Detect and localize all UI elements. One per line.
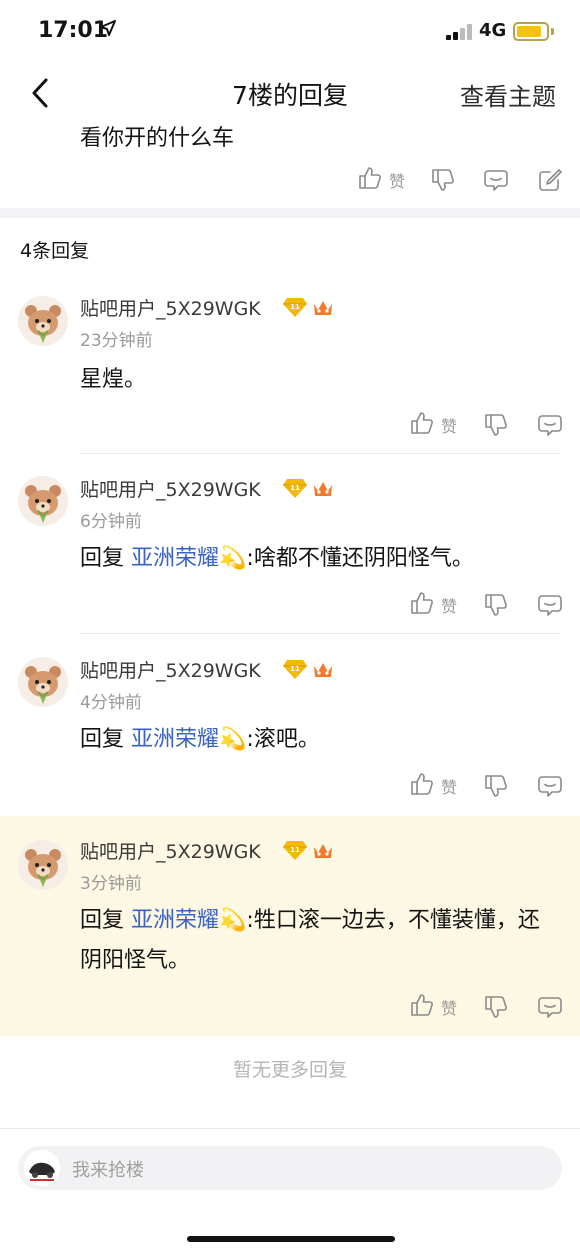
reply-item[interactable]: 贴吧用户_5X29WGK 11 23分钟前星煌。赞	[0, 282, 580, 454]
username[interactable]: 贴吧用户_5X29WGK	[80, 656, 261, 683]
mention-emoji: 💫	[219, 727, 247, 752]
reply-time: 6分钟前	[80, 512, 142, 532]
reply-divider	[80, 453, 560, 454]
reply-body: :啥都不懂还阴阳怪气。	[246, 546, 474, 571]
thumbs-down-icon[interactable]	[483, 410, 509, 440]
avatar[interactable]	[18, 296, 68, 346]
crown-badge-icon	[312, 841, 334, 861]
reply-text: 回复 亚洲荣耀💫:滚吧。	[80, 720, 540, 760]
network-type: 4G	[479, 20, 507, 41]
reply-time: 4分钟前	[80, 693, 142, 713]
mention-emoji: 💫	[219, 908, 247, 933]
reply-actions: 赞	[0, 771, 580, 801]
location-arrow-icon	[99, 19, 117, 42]
battery-icon	[513, 22, 549, 41]
nav-bar: 7楼的回复 查看主题	[0, 62, 580, 122]
main-post-actions: 赞	[0, 165, 580, 195]
reply-count: 4条回复	[20, 240, 90, 262]
my-avatar	[24, 1150, 60, 1186]
reply-actions: 赞	[0, 410, 580, 440]
battery-tip	[551, 28, 554, 35]
svg-text:11: 11	[290, 484, 300, 492]
thumbs-down-icon[interactable]	[483, 590, 509, 620]
comment-icon[interactable]	[483, 165, 509, 195]
reply-input[interactable]: 我来抢楼	[18, 1146, 562, 1190]
avatar[interactable]	[18, 657, 68, 707]
like-label: 赞	[441, 417, 458, 436]
like-button[interactable]: 赞	[409, 771, 457, 801]
section-divider	[0, 208, 580, 218]
mention-emoji: 💫	[219, 546, 247, 571]
reply-text: 回复 亚洲荣耀💫:啥都不懂还阴阳怪气。	[80, 539, 540, 579]
home-indicator	[187, 1236, 395, 1242]
comment-icon[interactable]	[537, 992, 563, 1022]
comment-icon[interactable]	[537, 590, 563, 620]
like-button[interactable]: 赞	[409, 410, 457, 440]
reply-time: 23分钟前	[80, 331, 153, 351]
thumbs-up-icon	[409, 992, 435, 1022]
reply-actions: 赞	[0, 590, 580, 620]
reply-prefix: 回复	[80, 908, 131, 933]
reply-text: 回复 亚洲荣耀💫:牲口滚一边去，不懂装懂，还阴阳怪气。	[80, 901, 540, 981]
svg-text:11: 11	[290, 665, 300, 673]
input-placeholder: 我来抢楼	[72, 1160, 144, 1181]
bottom-divider	[0, 1128, 580, 1129]
level-badge-icon: 11	[282, 658, 308, 680]
level-badge-icon: 11	[282, 296, 308, 318]
status-time: 17:01	[38, 18, 109, 43]
comment-icon[interactable]	[537, 771, 563, 801]
like-label: 赞	[441, 999, 458, 1018]
no-more-replies: 暂无更多回复	[232, 1059, 347, 1081]
like-button[interactable]: 赞	[409, 590, 457, 620]
crown-badge-icon	[312, 298, 334, 318]
svg-text:11: 11	[290, 846, 300, 854]
reply-divider	[80, 633, 560, 634]
thumbs-up-icon	[409, 771, 435, 801]
avatar[interactable]	[18, 476, 68, 526]
mention-link[interactable]: 亚洲荣耀	[131, 727, 219, 752]
like-label: 赞	[389, 172, 406, 191]
username[interactable]: 贴吧用户_5X29WGK	[80, 294, 261, 321]
main-post-text: 看你开的什么车	[80, 126, 235, 151]
share-icon[interactable]	[537, 165, 563, 195]
comment-icon[interactable]	[537, 410, 563, 440]
username[interactable]: 贴吧用户_5X29WGK	[80, 837, 261, 864]
thumbs-up-icon	[409, 590, 435, 620]
like-label: 赞	[441, 778, 458, 797]
like-button[interactable]: 赞	[409, 992, 457, 1022]
view-topic-link[interactable]: 查看主题	[460, 77, 556, 112]
like-button[interactable]: 赞	[357, 165, 405, 195]
main-post: 看你开的什么车 赞	[0, 115, 580, 210]
reply-body: 星煌。	[80, 367, 147, 392]
username[interactable]: 贴吧用户_5X29WGK	[80, 475, 261, 502]
thumbs-down-icon[interactable]	[483, 771, 509, 801]
reply-text: 星煌。	[80, 360, 540, 400]
status-bar: 17:01 4G	[0, 0, 580, 62]
mention-link[interactable]: 亚洲荣耀	[131, 908, 219, 933]
reply-time: 3分钟前	[80, 874, 142, 894]
level-badge-icon: 11	[282, 839, 308, 861]
svg-text:11: 11	[290, 303, 300, 311]
avatar[interactable]	[18, 840, 68, 890]
reply-prefix: 回复	[80, 546, 131, 571]
reply-body: :滚吧。	[246, 727, 320, 752]
crown-badge-icon	[312, 660, 334, 680]
thumbs-up-icon	[357, 165, 383, 195]
crown-badge-icon	[312, 479, 334, 499]
level-badge-icon: 11	[282, 477, 308, 499]
thumbs-down-icon[interactable]	[483, 992, 509, 1022]
reply-item[interactable]: 贴吧用户_5X29WGK 11 6分钟前回复 亚洲荣耀💫:啥都不懂还阴阳怪气。赞	[0, 462, 580, 634]
thumbs-down-icon[interactable]	[430, 165, 456, 195]
reply-item[interactable]: 贴吧用户_5X29WGK 11 3分钟前回复 亚洲荣耀💫:牲口滚一边去，不懂装懂，还…	[0, 816, 580, 1036]
like-label: 赞	[441, 597, 458, 616]
reply-item[interactable]: 贴吧用户_5X29WGK 11 4分钟前回复 亚洲荣耀💫:滚吧。赞	[0, 643, 580, 815]
reply-actions: 赞	[0, 992, 580, 1022]
reply-prefix: 回复	[80, 727, 131, 752]
thumbs-up-icon	[409, 410, 435, 440]
signal-icon	[446, 24, 474, 40]
mention-link[interactable]: 亚洲荣耀	[131, 546, 219, 571]
